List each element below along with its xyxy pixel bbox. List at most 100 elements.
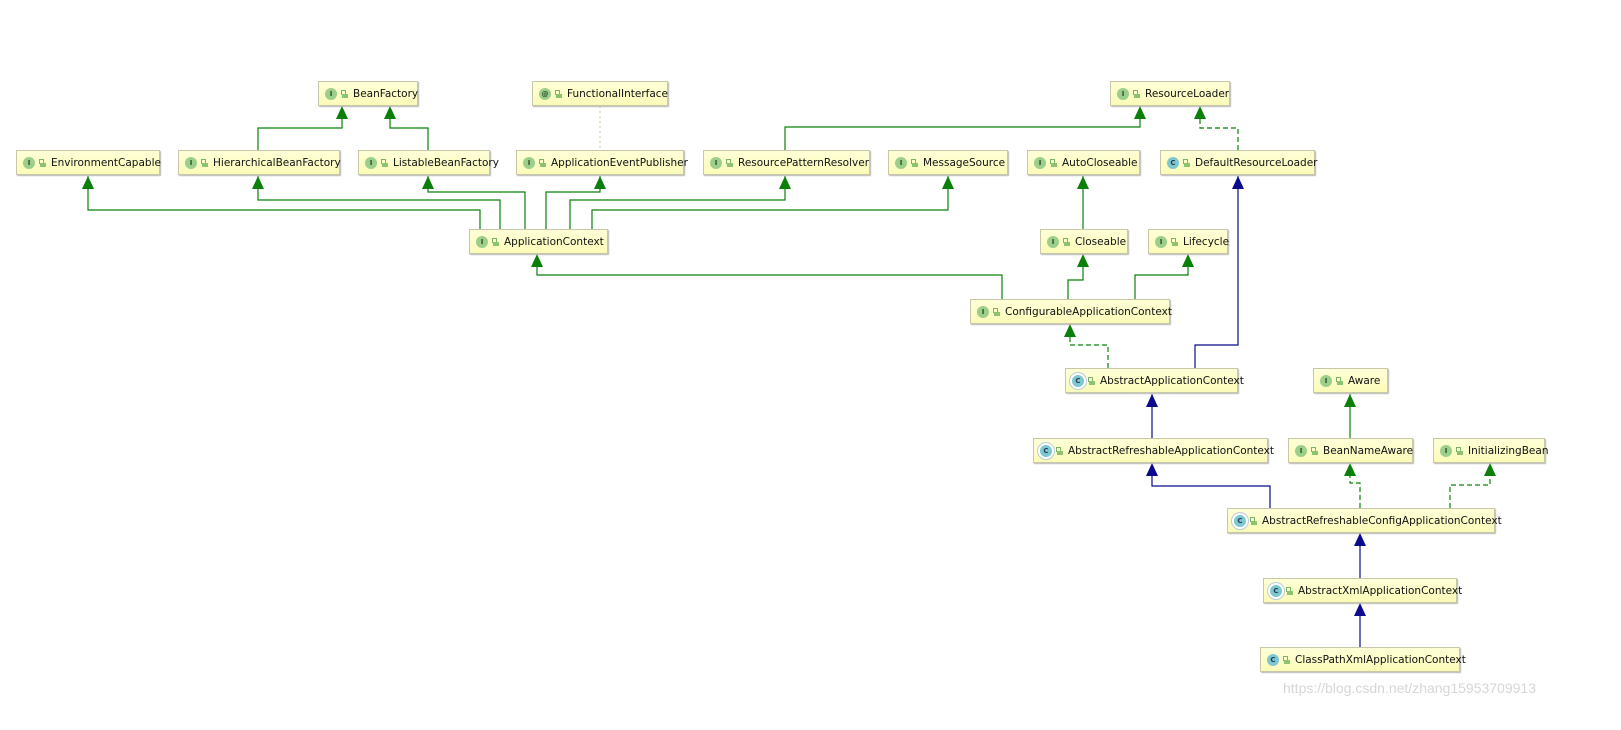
node-MessageSource[interactable]: I MessageSource bbox=[888, 150, 1008, 175]
arrowhead-icon bbox=[1146, 463, 1158, 476]
interface-icon: I bbox=[185, 156, 197, 169]
arrowhead-icon bbox=[1194, 106, 1206, 119]
node-AbstractApplicationContext[interactable]: C AbstractApplicationContext bbox=[1065, 368, 1244, 393]
edge-ApplicationContext-to-ApplicationEventPublisher bbox=[545, 176, 606, 229]
interface-icon: I bbox=[23, 156, 35, 169]
edge-ApplicationContext-to-ListableBeanFactory bbox=[422, 176, 526, 229]
edge-BeanNameAware-to-Aware bbox=[1344, 394, 1356, 438]
edge-DefaultResourceLoader-to-ResourceLoader bbox=[1194, 106, 1239, 150]
arrowhead-icon bbox=[1182, 254, 1194, 267]
node-BeanFactory[interactable]: I BeanFactory bbox=[318, 81, 418, 106]
public-lock-icon bbox=[1336, 376, 1343, 385]
arrowhead-icon bbox=[942, 176, 954, 189]
public-lock-icon bbox=[1133, 89, 1140, 98]
interface-icon: I bbox=[1440, 444, 1452, 457]
edge-ListableBeanFactory-to-BeanFactory bbox=[384, 106, 429, 150]
node-ClassPathXmlApplicationContext[interactable]: C ClassPathXmlApplicationContext bbox=[1260, 647, 1466, 672]
public-lock-icon bbox=[1456, 446, 1463, 455]
node-label: EnvironmentCapable bbox=[51, 156, 161, 169]
node-ResourcePatternResolver[interactable]: I ResourcePatternResolver bbox=[703, 150, 870, 175]
node-label: ConfigurableApplicationContext bbox=[1005, 305, 1172, 318]
node-FunctionalInterface[interactable]: @ FunctionalInterface bbox=[532, 81, 668, 106]
edge-ResourcePatternResolver-to-ResourceLoader bbox=[784, 106, 1146, 150]
edge-HierarchicalBeanFactory-to-BeanFactory bbox=[257, 106, 348, 150]
node-label: AbstractApplicationContext bbox=[1100, 374, 1244, 387]
annotation-icon: @ bbox=[539, 87, 551, 100]
node-AbstractRefreshableApplicationContext[interactable]: C AbstractRefreshableApplicationContext bbox=[1033, 438, 1274, 463]
interface-icon: I bbox=[710, 156, 722, 169]
arrowhead-icon bbox=[336, 106, 348, 119]
node-HierarchicalBeanFactory[interactable]: I HierarchicalBeanFactory bbox=[178, 150, 341, 175]
abstract-icon: C bbox=[1072, 374, 1084, 387]
interface-icon: I bbox=[365, 156, 377, 169]
edge-Closeable-to-AutoCloseable bbox=[1077, 176, 1089, 229]
public-lock-icon bbox=[1063, 237, 1070, 246]
node-DefaultResourceLoader[interactable]: C DefaultResourceLoader bbox=[1160, 150, 1318, 175]
public-lock-icon bbox=[1171, 237, 1178, 246]
arrowhead-icon bbox=[422, 176, 434, 189]
interface-icon: I bbox=[1295, 444, 1307, 457]
node-Aware[interactable]: I Aware bbox=[1313, 368, 1388, 393]
arrowhead-icon bbox=[1354, 603, 1366, 616]
edge-ApplicationContext-to-HierarchicalBeanFactory bbox=[252, 176, 501, 229]
node-ResourceLoader[interactable]: I ResourceLoader bbox=[1110, 81, 1230, 106]
node-label: Aware bbox=[1348, 374, 1381, 387]
edge-ConfigurableApplicationContext-to-ApplicationContext bbox=[531, 254, 1003, 299]
public-lock-icon bbox=[993, 307, 1000, 316]
node-InitializingBean[interactable]: I InitializingBean bbox=[1433, 438, 1548, 463]
edge-AbstractRefreshableConfigApplicationContext-to-InitializingBean bbox=[1449, 463, 1496, 508]
edge-AbstractXmlApplicationContext-to-AbstractRefreshableConfigApplicationContext bbox=[1354, 533, 1366, 578]
public-lock-icon bbox=[1311, 446, 1318, 455]
public-lock-icon bbox=[911, 158, 918, 167]
interface-icon: I bbox=[325, 87, 337, 100]
interface-icon: I bbox=[1320, 374, 1332, 387]
node-ConfigurableApplicationContext[interactable]: I ConfigurableApplicationContext bbox=[970, 299, 1172, 324]
node-EnvironmentCapable[interactable]: I EnvironmentCapable bbox=[16, 150, 161, 175]
public-lock-icon bbox=[341, 89, 348, 98]
interface-icon: I bbox=[1047, 235, 1059, 248]
interface-icon: I bbox=[1155, 235, 1167, 248]
node-label: ApplicationContext bbox=[504, 235, 604, 248]
node-ListableBeanFactory[interactable]: I ListableBeanFactory bbox=[358, 150, 499, 175]
public-lock-icon bbox=[726, 158, 733, 167]
node-label: AbstractXmlApplicationContext bbox=[1298, 584, 1463, 597]
public-lock-icon bbox=[1050, 158, 1057, 167]
edge-ConfigurableApplicationContext-to-Lifecycle bbox=[1134, 254, 1194, 299]
interface-icon: I bbox=[1034, 156, 1046, 169]
edge-ApplicationContext-to-EnvironmentCapable bbox=[82, 176, 481, 229]
node-label: MessageSource bbox=[923, 156, 1006, 169]
public-lock-icon bbox=[1283, 655, 1290, 664]
node-label: DefaultResourceLoader bbox=[1195, 156, 1318, 169]
node-label: FunctionalInterface bbox=[567, 87, 669, 100]
public-lock-icon bbox=[1183, 158, 1190, 167]
public-lock-icon bbox=[381, 158, 388, 167]
arrowhead-icon bbox=[384, 106, 396, 119]
arrowhead-icon bbox=[252, 176, 264, 189]
node-Lifecycle[interactable]: I Lifecycle bbox=[1148, 229, 1229, 254]
edge-ApplicationContext-to-MessageSource bbox=[591, 176, 954, 229]
public-lock-icon bbox=[201, 158, 208, 167]
public-lock-icon bbox=[1286, 586, 1293, 595]
node-label: AbstractRefreshableConfigApplicationCont… bbox=[1262, 514, 1502, 527]
node-label: BeanNameAware bbox=[1323, 444, 1414, 457]
abstract-icon: C bbox=[1270, 584, 1282, 597]
edge-ClassPathXmlApplicationContext-to-AbstractXmlApplicationContext bbox=[1354, 603, 1366, 647]
arrowhead-icon bbox=[1484, 463, 1496, 476]
public-lock-icon bbox=[1056, 446, 1063, 455]
public-lock-icon bbox=[555, 89, 562, 98]
node-Closeable[interactable]: I Closeable bbox=[1040, 229, 1128, 254]
node-label: ClassPathXmlApplicationContext bbox=[1295, 653, 1466, 666]
class-icon: C bbox=[1267, 653, 1279, 666]
node-BeanNameAware[interactable]: I BeanNameAware bbox=[1288, 438, 1413, 463]
interface-icon: I bbox=[977, 305, 989, 318]
abstract-icon: C bbox=[1040, 444, 1052, 457]
node-ApplicationContext[interactable]: I ApplicationContext bbox=[469, 229, 608, 254]
node-ApplicationEventPublisher[interactable]: I ApplicationEventPublisher bbox=[516, 150, 688, 175]
node-AbstractRefreshableConfigApplicationContext[interactable]: C AbstractRefreshableConfigApplicationCon… bbox=[1227, 508, 1502, 533]
node-AbstractXmlApplicationContext[interactable]: C AbstractXmlApplicationContext bbox=[1263, 578, 1462, 603]
node-label: Closeable bbox=[1075, 235, 1127, 248]
node-AutoCloseable[interactable]: I AutoCloseable bbox=[1027, 150, 1140, 175]
arrowhead-icon bbox=[1134, 106, 1146, 119]
node-label: BeanFactory bbox=[353, 87, 419, 100]
edge-AbstractRefreshableConfigApplicationContext-to-BeanNameAware bbox=[1344, 463, 1361, 508]
